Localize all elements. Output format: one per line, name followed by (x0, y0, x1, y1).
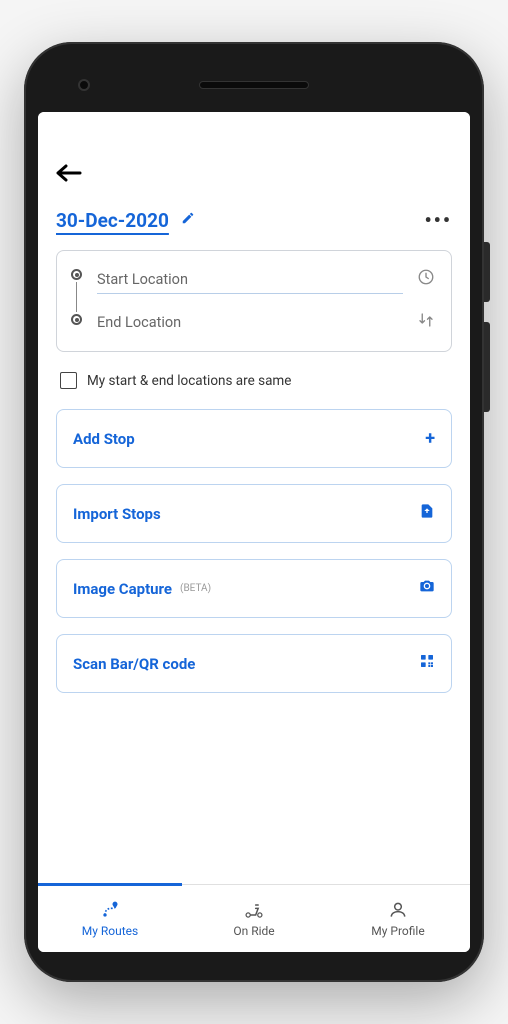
app-content: 30-Dec-2020 ••• (38, 152, 470, 884)
nav-active-indicator (38, 883, 182, 886)
image-capture-label: Image Capture (BETA) (73, 580, 211, 598)
phone-side-button (484, 322, 490, 412)
image-capture-button[interactable]: Image Capture (BETA) (56, 559, 452, 618)
phone-side-button (484, 242, 490, 302)
route-line (76, 282, 78, 312)
edit-date-icon[interactable] (181, 211, 195, 229)
qr-code-icon (419, 653, 435, 674)
nav-on-ride[interactable]: On Ride (182, 885, 326, 952)
phone-speaker (199, 81, 309, 89)
add-stop-label: Add Stop (73, 430, 135, 448)
profile-icon (387, 899, 409, 921)
back-button[interactable] (56, 160, 82, 190)
end-location-input[interactable] (97, 308, 403, 337)
start-location-row (97, 265, 437, 294)
swap-locations-icon[interactable] (415, 311, 437, 334)
start-dot-icon (71, 269, 82, 280)
nav-my-profile[interactable]: My Profile (326, 885, 470, 952)
more-options-button[interactable]: ••• (424, 208, 452, 232)
image-capture-text: Image Capture (73, 580, 172, 598)
location-card (56, 250, 452, 352)
scooter-icon (243, 899, 265, 921)
input-underline (97, 293, 403, 294)
same-location-row: My start & end locations are same (56, 368, 452, 409)
import-stops-button[interactable]: Import Stops (56, 484, 452, 543)
nav-my-routes-label: My Routes (82, 924, 138, 938)
beta-tag: (BETA) (180, 583, 211, 594)
end-dot-icon (71, 314, 82, 325)
route-visual (71, 269, 82, 325)
app-screen: 30-Dec-2020 ••• (38, 112, 470, 952)
same-location-checkbox[interactable] (60, 372, 77, 389)
recent-time-icon[interactable] (415, 268, 437, 291)
routes-icon (99, 899, 121, 921)
plus-icon: + (425, 428, 435, 449)
same-location-label: My start & end locations are same (87, 373, 291, 389)
scan-code-label: Scan Bar/QR code (73, 655, 195, 673)
phone-frame: 30-Dec-2020 ••• (24, 42, 484, 982)
phone-camera (78, 79, 90, 91)
start-location-input[interactable] (97, 265, 403, 294)
date-left: 30-Dec-2020 (56, 209, 195, 232)
scan-code-button[interactable]: Scan Bar/QR code (56, 634, 452, 693)
date-row: 30-Dec-2020 ••• (56, 208, 452, 250)
route-date[interactable]: 30-Dec-2020 (56, 209, 169, 232)
start-input-wrap (97, 265, 403, 294)
import-file-icon (419, 503, 435, 524)
bottom-nav: My Routes On Ride My Profile (38, 884, 470, 952)
end-input-wrap (97, 308, 403, 337)
nav-my-routes[interactable]: My Routes (38, 885, 182, 952)
import-stops-label: Import Stops (73, 505, 161, 523)
nav-on-ride-label: On Ride (233, 924, 274, 938)
camera-icon (419, 578, 435, 599)
phone-top-bezel (38, 58, 470, 112)
top-bar (56, 152, 452, 208)
add-stop-button[interactable]: Add Stop + (56, 409, 452, 468)
status-bar (38, 112, 470, 152)
nav-my-profile-label: My Profile (371, 924, 424, 938)
end-location-row (97, 308, 437, 337)
